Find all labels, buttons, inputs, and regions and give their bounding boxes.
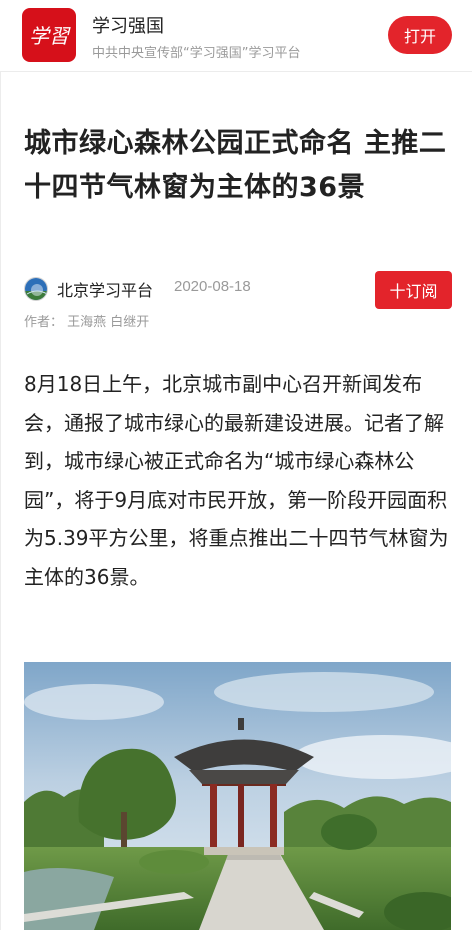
article-card: 城市绿心森林公园正式命名 主推二十四节气林窗为主体的36景 北京学习平台 202…: [0, 72, 472, 930]
source-name[interactable]: 北京学习平台: [57, 277, 153, 301]
article-meta: 北京学习平台 2020-08-18 十订阅: [24, 271, 454, 309]
subscribe-button[interactable]: 十订阅: [375, 271, 452, 309]
app-download-banner: 学習 学习强国 中共中央宣传部“学习强国”学习平台 打开: [0, 0, 472, 72]
globe-avatar-icon[interactable]: [24, 277, 48, 301]
article-title: 城市绿心森林公园正式命名 主推二十四节气林窗为主体的36景: [24, 128, 447, 203]
logo-lettering: 学習: [29, 24, 71, 48]
app-subtitle: 中共中央宣传部“学习强国”学习平台: [92, 46, 301, 61]
authors-line: 作者： 王海燕 白继开: [24, 315, 150, 330]
article-body: 8月18日上午，北京城市副中心召开新闻发布会，通报了城市绿心的最新建设进展。记者…: [24, 372, 449, 589]
open-app-button[interactable]: 打开: [388, 16, 452, 54]
xuexi-logo-icon[interactable]: 学習: [22, 8, 76, 62]
park-pavilion-photo[interactable]: [24, 662, 451, 930]
app-name: 学习强国: [92, 16, 164, 37]
publish-date: 2020-08-18: [174, 278, 251, 295]
